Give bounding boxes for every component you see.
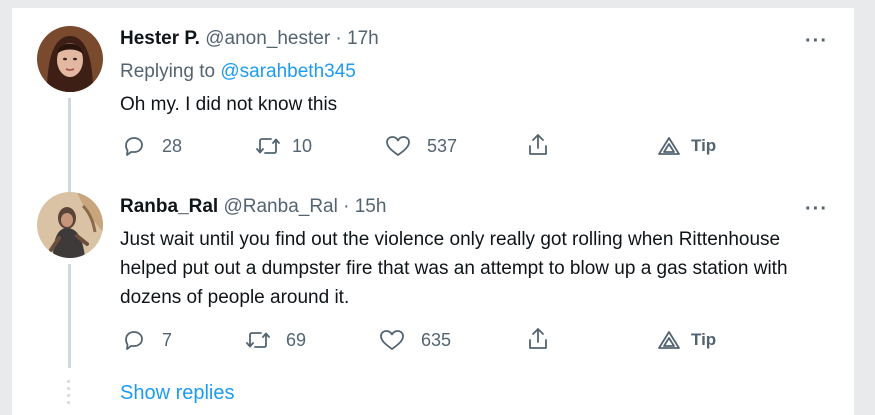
display-name[interactable]: Ranba_Ral: [120, 196, 218, 217]
thread-line: [68, 98, 71, 180]
display-name[interactable]: Hester P.: [120, 28, 200, 49]
like-button[interactable]: 537: [385, 134, 457, 158]
tweet-text: Oh my. I did not know this: [120, 94, 338, 115]
reply-icon: [125, 331, 143, 350]
share-button[interactable]: [526, 326, 550, 352]
tweet-hester[interactable]: Hester P. @anon_hester · 17h ··· Replyin…: [12, 8, 854, 180]
avatar[interactable]: [37, 26, 103, 92]
replying-to: Replying to @sarahbeth345: [120, 61, 356, 83]
like-icon: [380, 330, 404, 350]
share-button[interactable]: [526, 132, 550, 158]
retweet-button[interactable]: 10: [254, 134, 312, 158]
replying-label: Replying to: [120, 61, 216, 82]
tweet-ranba[interactable]: Ranba_Ral @Ranba_Ral · 15h ··· Just wait…: [12, 180, 854, 368]
like-count: 537: [427, 135, 458, 156]
retweet-button[interactable]: 69: [244, 328, 306, 352]
retweet-icon: [256, 138, 280, 154]
handle-time[interactable]: @anon_hester · 17h: [205, 28, 379, 49]
thread-line: [68, 264, 71, 368]
tip-button[interactable]: Tip: [657, 330, 716, 350]
tip-button[interactable]: Tip: [657, 136, 716, 156]
thread-line: [68, 180, 71, 192]
avatar[interactable]: [37, 192, 103, 258]
reply-icon: [125, 137, 143, 156]
tweet-thread-card: Hester P. @anon_hester · 17h ··· Replyin…: [12, 8, 854, 415]
like-icon: [386, 136, 410, 156]
reply-button[interactable]: 28: [122, 134, 182, 158]
more-icon[interactable]: ···: [805, 31, 828, 51]
share-icon: [529, 134, 547, 155]
show-replies-link[interactable]: Show replies: [120, 382, 235, 405]
reply-count: 7: [162, 329, 173, 350]
handle-time[interactable]: @Ranba_Ral · 15h: [223, 196, 386, 217]
tip-icon: [658, 331, 680, 349]
thread-dots: [67, 380, 71, 408]
tip-icon: [658, 137, 680, 155]
more-icon[interactable]: ···: [805, 199, 828, 219]
replying-handle[interactable]: @sarahbeth345: [220, 61, 356, 82]
share-icon: [529, 328, 547, 349]
reply-count: 28: [162, 135, 183, 156]
tweet-header: Ranba_Ral @Ranba_Ral · 15h: [120, 196, 386, 218]
tip-label: Tip: [691, 136, 717, 155]
retweet-count: 69: [286, 329, 307, 350]
like-button[interactable]: 635: [379, 328, 451, 352]
tweet-text: Just wait until you find out the violenc…: [120, 229, 788, 308]
retweet-icon: [246, 332, 270, 348]
retweet-count: 10: [292, 135, 313, 156]
reply-button[interactable]: 7: [122, 328, 172, 352]
tip-label: Tip: [691, 330, 717, 349]
like-count: 635: [421, 329, 452, 350]
tweet-header: Hester P. @anon_hester · 17h: [120, 28, 379, 50]
